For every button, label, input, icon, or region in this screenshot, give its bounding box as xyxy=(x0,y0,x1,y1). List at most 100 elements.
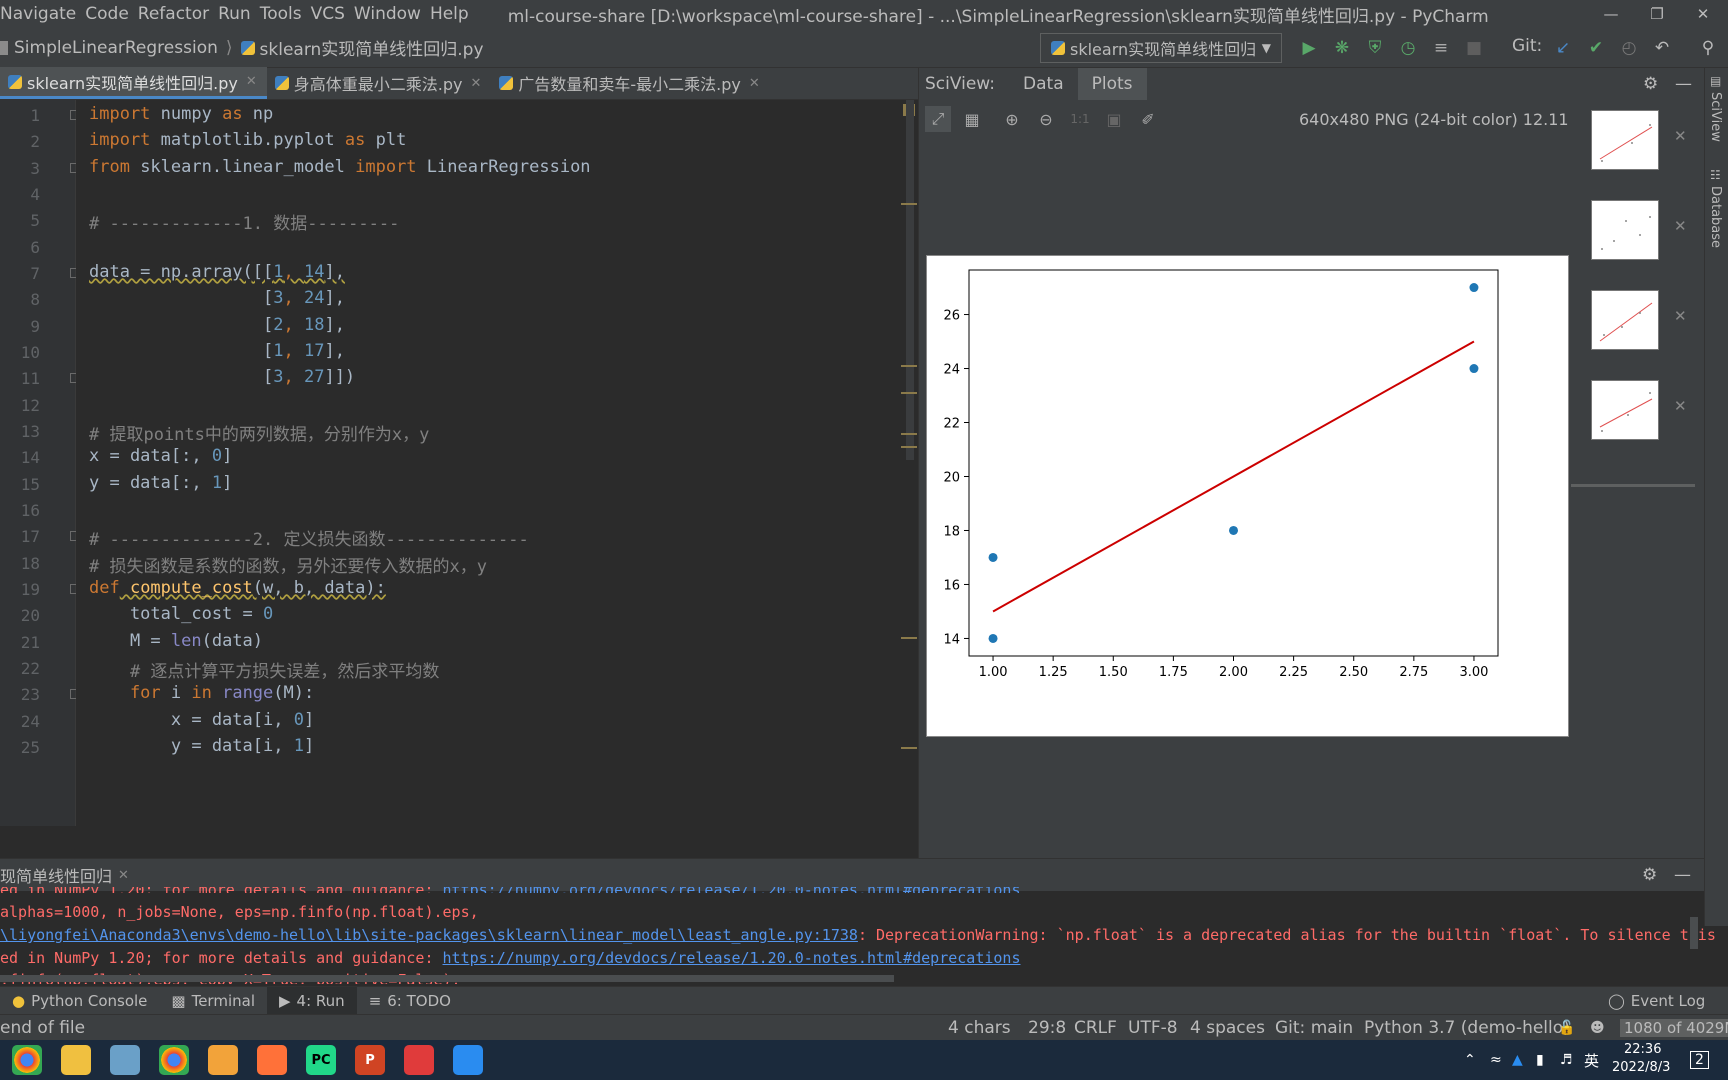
menu-tools[interactable]: Tools xyxy=(260,4,311,24)
status-line-separator[interactable]: CRLF xyxy=(1074,1018,1117,1038)
close-tab-icon[interactable]: ✕ xyxy=(470,76,481,91)
menu-refactor[interactable]: Refactor xyxy=(138,4,218,24)
console-vertical-scrollbar[interactable] xyxy=(1690,917,1698,949)
fit-image-icon[interactable]: ▣ xyxy=(1101,106,1127,132)
status-interpreter[interactable]: Python 3.7 (demo-hello) xyxy=(1364,1018,1570,1038)
run-configuration-select[interactable]: sklearn实现简单线性回归 ▼ xyxy=(1040,33,1282,63)
plot-thumbnail[interactable] xyxy=(1591,380,1659,440)
warning-marker[interactable] xyxy=(901,203,917,205)
concurrency-icon[interactable]: ≡ xyxy=(1430,37,1452,59)
actual-size-icon[interactable]: 1:1 xyxy=(1067,106,1093,132)
close-window-icon[interactable]: ✕ xyxy=(1680,0,1726,28)
close-tab-icon[interactable]: ✕ xyxy=(246,74,257,89)
lock-icon[interactable]: 🔓 xyxy=(1558,1020,1575,1036)
clock-date[interactable]: 2022/8/3 xyxy=(1612,1060,1670,1075)
clock-time[interactable]: 22:36 xyxy=(1624,1042,1661,1057)
close-run-tab-icon[interactable]: ✕ xyxy=(118,868,129,883)
menu-help[interactable]: Help xyxy=(430,4,478,24)
sciview-side-tab[interactable]: SciView xyxy=(1708,92,1723,142)
thumbnail-scrollbar[interactable] xyxy=(1571,484,1695,487)
warning-marker[interactable] xyxy=(901,433,917,435)
tab-plots[interactable]: Plots xyxy=(1077,68,1147,100)
menu-navigate[interactable]: Navigate xyxy=(0,4,85,24)
menu-window[interactable]: Window xyxy=(354,4,430,24)
tool-event-log[interactable]: ◯ Event Log xyxy=(1596,987,1717,1015)
pycharm-icon[interactable]: PC xyxy=(306,1045,336,1075)
restore-icon[interactable]: ❐ xyxy=(1634,0,1680,28)
tab-ads-car-sales-least-squares[interactable]: 广告数量和卖车-最小二乘法.py ✕ xyxy=(491,67,769,99)
tool-todo[interactable]: ≡ 6: TODO xyxy=(357,987,463,1015)
tab-data[interactable]: Data xyxy=(1009,68,1078,100)
close-thumbnail-icon[interactable]: ✕ xyxy=(1674,217,1687,235)
firefox-icon[interactable] xyxy=(257,1045,287,1075)
close-tab-icon[interactable]: ✕ xyxy=(749,76,760,91)
console-file-link[interactable]: \liyongfei\Anaconda3\envs\demo-hello\lib… xyxy=(0,926,858,944)
git-rollback-icon[interactable]: ↶ xyxy=(1651,37,1673,59)
editor-scrollbar[interactable] xyxy=(900,100,918,826)
console-url-link[interactable]: https://numpy.org/devdocs/release/1.20.0… xyxy=(443,949,1021,967)
git-commit-icon[interactable]: ✔ xyxy=(1585,37,1607,59)
stop-icon[interactable]: ■ xyxy=(1463,37,1485,59)
wifi-icon[interactable]: ≈ xyxy=(1490,1052,1502,1068)
zoom-out-icon[interactable]: ⊖ xyxy=(1033,106,1059,132)
tool-python-console[interactable]: ● Python Console xyxy=(0,987,159,1015)
grid-icon[interactable]: ▦ xyxy=(959,106,985,132)
menu-code[interactable]: Code xyxy=(85,4,138,24)
color-picker-icon[interactable]: ✐ xyxy=(1135,106,1161,132)
app-icon[interactable] xyxy=(110,1045,140,1075)
menu-vcs[interactable]: VCS xyxy=(311,4,354,24)
tab-sklearn-linear-regression[interactable]: sklearn实现简单线性回归.py ✕ xyxy=(0,67,267,99)
close-thumbnail-icon[interactable]: ✕ xyxy=(1674,307,1687,325)
zoom-in-icon[interactable]: ⊕ xyxy=(999,106,1025,132)
run-icon[interactable]: ▶ xyxy=(1298,37,1320,59)
tab-height-weight-least-squares[interactable]: 身高体重最小二乘法.py ✕ xyxy=(267,67,492,99)
tool-run[interactable]: ▶ 4: Run xyxy=(267,986,357,1015)
git-update-icon[interactable]: ↙ xyxy=(1552,37,1574,59)
minimize-icon[interactable]: — xyxy=(1588,0,1634,28)
status-indent[interactable]: 4 spaces xyxy=(1190,1018,1265,1038)
warning-marker[interactable] xyxy=(901,637,917,639)
hide-panel-icon[interactable]: — xyxy=(1675,74,1692,94)
git-history-icon[interactable]: ◴ xyxy=(1618,37,1640,59)
chrome-icon[interactable] xyxy=(159,1045,189,1075)
plot-thumbnail[interactable] xyxy=(1591,290,1659,350)
recorder-app-icon[interactable] xyxy=(404,1045,434,1075)
breadcrumb-file[interactable]: sklearn实现简单线性回归.py xyxy=(260,35,484,60)
warning-marker[interactable] xyxy=(901,365,917,367)
status-git-branch[interactable]: Git: main xyxy=(1275,1018,1353,1038)
run-hide-icon[interactable]: — xyxy=(1674,865,1691,885)
close-thumbnail-icon[interactable]: ✕ xyxy=(1674,127,1687,145)
volume-icon[interactable]: ♬ xyxy=(1560,1052,1573,1068)
search-icon[interactable]: ⚲ xyxy=(1697,37,1719,59)
coverage-icon[interactable]: ⛨ xyxy=(1364,37,1386,59)
breadcrumb-folder[interactable]: SimpleLinearRegression xyxy=(14,38,218,58)
chrome-icon[interactable] xyxy=(12,1045,42,1075)
input-language[interactable]: 英 xyxy=(1584,1050,1599,1071)
menu-run[interactable]: Run xyxy=(218,4,260,24)
debug-icon[interactable]: ❋ xyxy=(1331,37,1353,59)
code-editor[interactable]: import numpy as np import matplotlib.pyp… xyxy=(76,100,900,826)
warning-marker[interactable] xyxy=(901,446,917,448)
settings-gear-icon[interactable]: ⚙ xyxy=(1643,74,1658,94)
status-encoding[interactable]: UTF-8 xyxy=(1128,1018,1178,1038)
inspector-icon[interactable]: ☻ xyxy=(1590,1020,1605,1036)
run-settings-gear-icon[interactable]: ⚙ xyxy=(1642,865,1657,885)
close-thumbnail-icon[interactable]: ✕ xyxy=(1674,397,1687,415)
tool-terminal[interactable]: ▩ Terminal xyxy=(159,987,267,1015)
profile-icon[interactable]: ◷ xyxy=(1397,37,1419,59)
console-horizontal-scrollbar[interactable] xyxy=(0,975,894,982)
notifications-icon[interactable]: 2 xyxy=(1690,1051,1709,1069)
plot-thumbnail[interactable] xyxy=(1591,110,1659,170)
powerpoint-icon[interactable]: P xyxy=(355,1045,385,1075)
plot-thumbnail[interactable] xyxy=(1591,200,1659,260)
memory-indicator[interactable]: 1080 of 4029M xyxy=(1620,1018,1728,1037)
database-side-tab[interactable]: Database xyxy=(1708,186,1723,248)
warning-marker[interactable] xyxy=(901,392,917,394)
fit-zoom-icon[interactable]: ⤢ xyxy=(925,106,951,132)
battery-icon[interactable]: ▮ xyxy=(1536,1052,1544,1068)
messenger-app-icon[interactable] xyxy=(453,1045,483,1075)
bluetooth-icon[interactable]: ▲ xyxy=(1512,1052,1523,1068)
status-caret-position[interactable]: 29:8 xyxy=(1028,1018,1066,1038)
run-tab-label[interactable]: 现简单线性回归 xyxy=(0,863,112,887)
notes-app-icon[interactable] xyxy=(208,1045,238,1075)
